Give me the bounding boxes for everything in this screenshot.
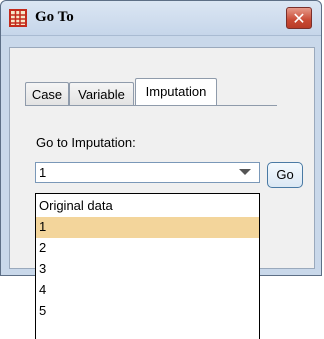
tab-case[interactable]: Case bbox=[25, 82, 69, 105]
dropdown-option-selected[interactable]: 1 bbox=[36, 217, 259, 238]
tab-divider bbox=[25, 105, 277, 106]
window-title: Go To bbox=[35, 9, 74, 25]
go-to-imputation-label: Go to Imputation: bbox=[36, 135, 136, 150]
close-button[interactable]: ✕ bbox=[286, 7, 312, 29]
dropdown-option[interactable]: 2 bbox=[36, 238, 259, 259]
dropdown-option[interactable]: Original data bbox=[36, 196, 259, 217]
dropdown-option[interactable]: 4 bbox=[36, 280, 259, 301]
go-button[interactable]: Go bbox=[267, 162, 303, 188]
imputation-dropdown-list: Original data 1 2 3 4 5 bbox=[35, 193, 260, 339]
chevron-down-icon[interactable] bbox=[239, 169, 251, 175]
tab-variable[interactable]: Variable bbox=[69, 82, 134, 105]
dropdown-option[interactable]: 3 bbox=[36, 259, 259, 280]
imputation-combobox[interactable]: 1 bbox=[35, 162, 260, 183]
spreadsheet-grid-icon bbox=[9, 9, 27, 27]
title-bar[interactable]: Go To ✕ bbox=[1, 1, 321, 36]
dropdown-option[interactable]: 5 bbox=[36, 301, 259, 322]
combobox-value: 1 bbox=[39, 165, 47, 180]
close-icon: ✕ bbox=[292, 9, 306, 28]
tab-imputation[interactable]: Imputation bbox=[135, 78, 217, 106]
